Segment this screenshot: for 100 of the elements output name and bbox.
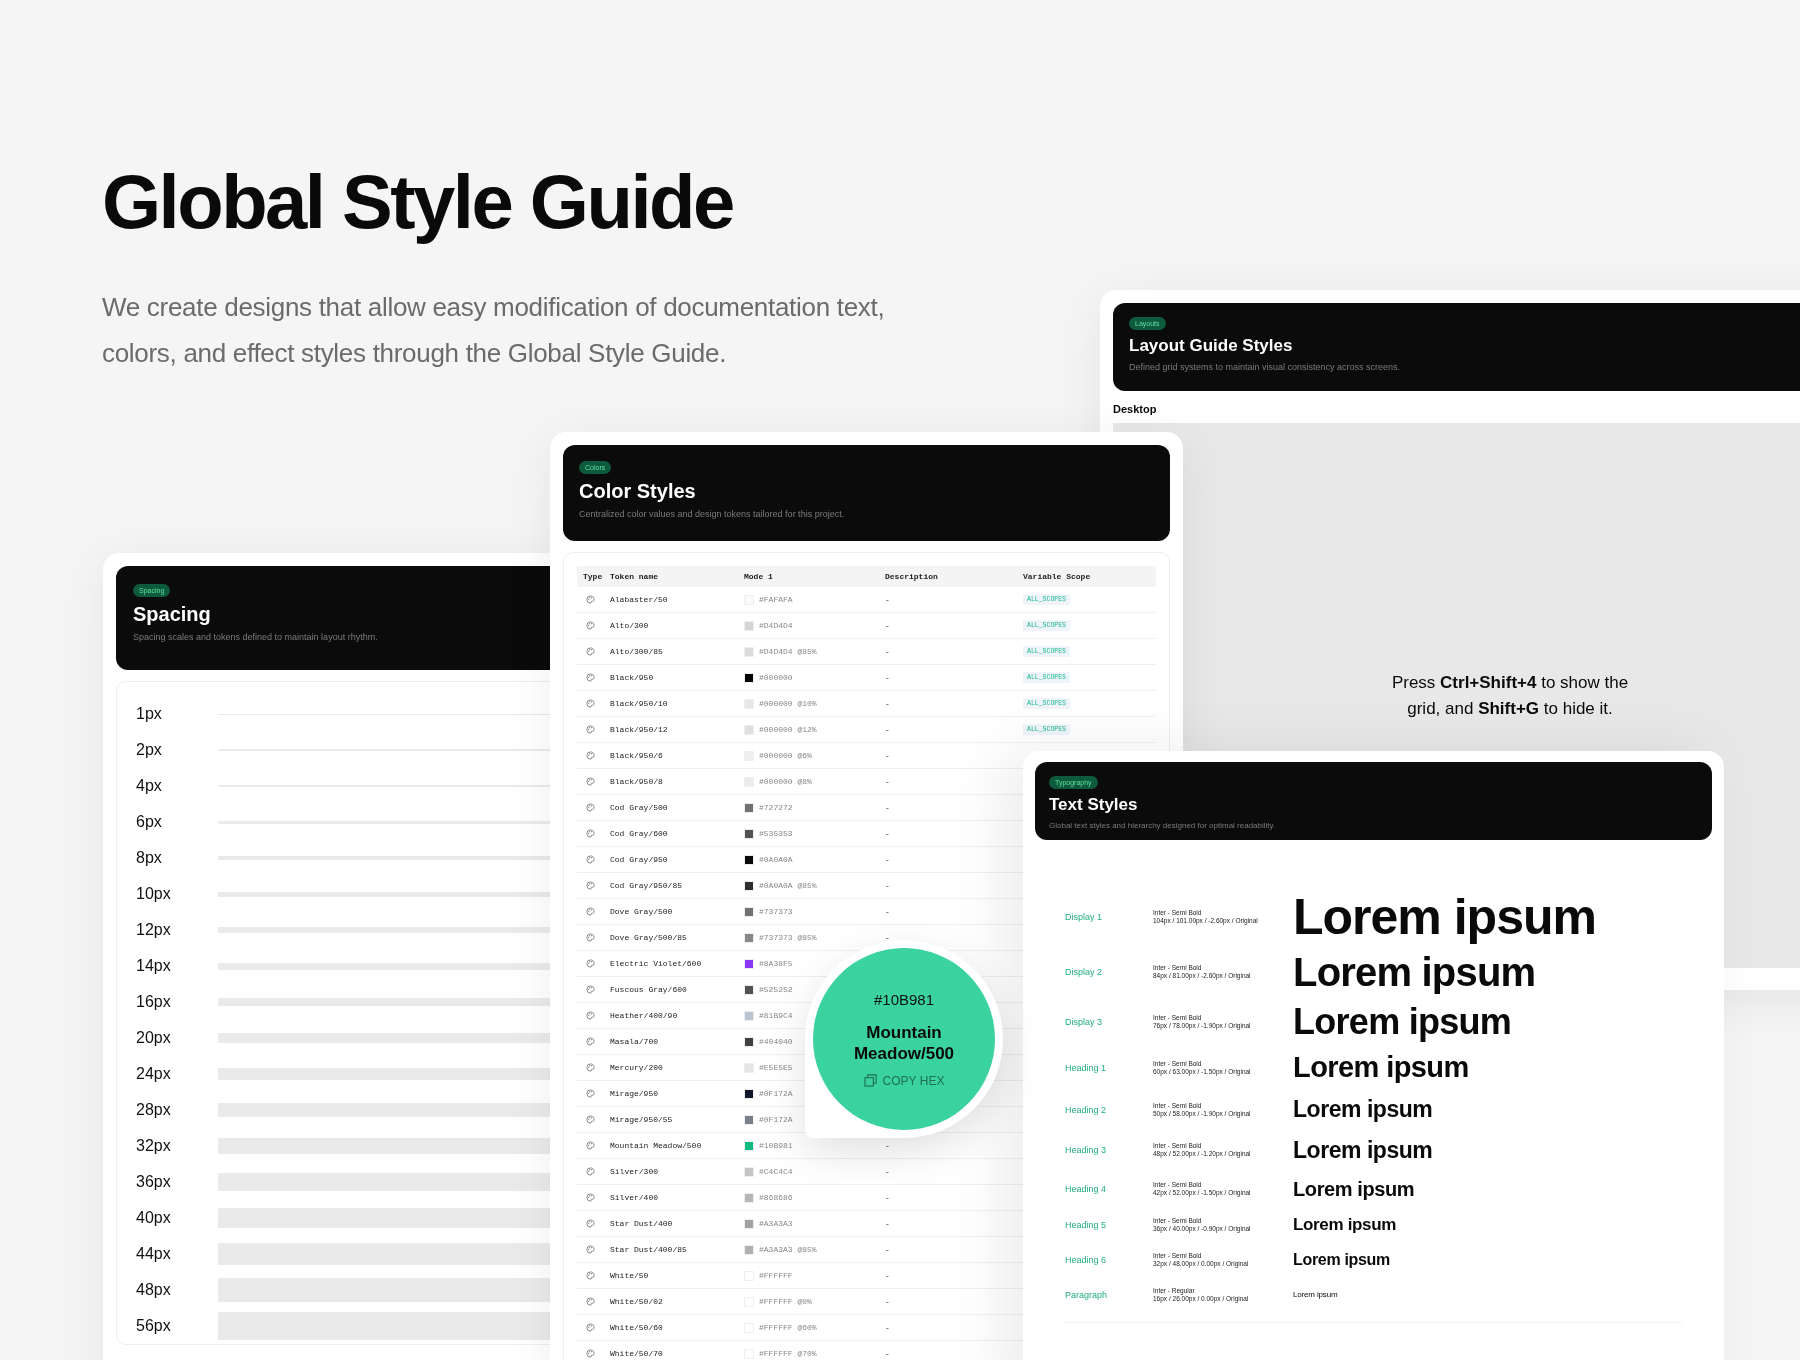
color-value: #D4D4D4 <box>759 621 793 630</box>
color-value: #0F172A <box>759 1115 793 1124</box>
palette-icon <box>586 621 595 630</box>
sample-text: Lorem ipsum <box>1293 892 1596 942</box>
token-description: - <box>885 725 890 734</box>
token-name: Silver/300 <box>610 1167 659 1176</box>
color-value: #10B981 <box>759 1141 793 1150</box>
sample-text: Lorem ipsum <box>1293 952 1536 992</box>
color-value: #000000 @10% <box>759 699 817 708</box>
token-description: - <box>885 1219 890 1228</box>
style-name: Heading 4 <box>1065 1183 1108 1194</box>
token-name: Mirage/950 <box>610 1089 659 1098</box>
palette-icon <box>586 1115 595 1124</box>
token-name: Mercury/200 <box>610 1063 664 1072</box>
spacing-label: 2px <box>136 741 163 759</box>
token-description: - <box>885 1245 890 1254</box>
palette-icon <box>586 985 595 994</box>
palette-icon <box>586 829 595 838</box>
palette-icon <box>586 803 595 812</box>
color-value: #000000 @12% <box>759 725 817 734</box>
hex-value: #10B981 <box>873 990 935 1008</box>
token-name: Mountain Meadow/500 <box>610 1141 703 1150</box>
spacing-label: 16px <box>136 993 172 1011</box>
token-name: Black/950/8 <box>610 777 664 786</box>
copy-icon <box>863 1074 877 1087</box>
token-name: Cod Gray/950 <box>610 855 669 864</box>
palette-icon <box>586 595 595 604</box>
token-description: - <box>885 751 890 760</box>
spacing-label: 40px <box>136 1209 172 1227</box>
card-description: Centralized color values and design tokens tailored for this project. <box>579 509 845 519</box>
sample-text: Lorem ipsum <box>1293 1178 1415 1199</box>
spacing-label: 48px <box>136 1281 172 1299</box>
token-name: Heather/400/90 <box>610 1011 679 1020</box>
color-value: #000000 @6% <box>759 751 812 760</box>
token-description: - <box>885 855 890 864</box>
palette-icon <box>586 1037 595 1046</box>
palette-icon <box>586 1219 595 1228</box>
token-description: - <box>885 595 890 604</box>
token-name: White/50 <box>610 1271 650 1280</box>
color-value: #8A38F5 <box>759 959 793 968</box>
palette-icon <box>586 1141 595 1150</box>
token-name: White/50/02 <box>610 1297 664 1306</box>
token-description: - <box>885 1271 890 1280</box>
token-name: Alabaster/50 <box>610 595 669 604</box>
token-name: Dove Gray/500 <box>610 907 674 916</box>
color-value: #FFFFFF @60% <box>759 1323 817 1332</box>
palette-icon <box>586 1193 595 1202</box>
color-name: Mountain Meadow/500 <box>852 1021 956 1064</box>
copy-hex-button[interactable]: COPY HEX <box>863 1073 945 1088</box>
style-name: Heading 1 <box>1065 1062 1108 1073</box>
hint-text: Press Ctrl+Shift+4 to show the grid, and Shift+G to hide it. <box>1390 671 1630 720</box>
section-label: Desktop <box>1113 403 1158 415</box>
color-value: #FFFFFF <box>759 1271 793 1280</box>
color-value: #A3A3A3 @85% <box>759 1245 817 1254</box>
column-header: Mode 1 <box>744 572 774 581</box>
color-value: #000000 @8% <box>759 777 812 786</box>
style-name: Display 2 <box>1065 967 1103 977</box>
card-description: Global text styles and hierarchy designed for optimal readability. <box>1049 821 1276 830</box>
token-description: - <box>885 803 890 812</box>
sample-text: Lorem ipsum <box>1293 1004 1512 1040</box>
sample-text: Lorem ipsum <box>1293 1098 1433 1121</box>
palette-icon <box>586 647 595 656</box>
style-name: Heading 2 <box>1065 1104 1108 1115</box>
token-name: Star Dust/400 <box>610 1219 674 1228</box>
spacing-label: 28px <box>136 1101 172 1119</box>
color-value: #E5E5E5 <box>759 1063 793 1072</box>
color-value: #FAFAFA <box>759 595 793 604</box>
sample-text: Lorem ipsum <box>1293 1138 1433 1162</box>
token-description: - <box>885 1297 890 1306</box>
column-header: Type <box>583 572 604 581</box>
token-name: Alto/300/85 <box>610 647 664 656</box>
token-name: White/50/60 <box>610 1323 664 1332</box>
color-value: #C4C4C4 <box>759 1167 793 1176</box>
token-name: Dove Gray/500/85 <box>610 933 688 942</box>
token-description: - <box>885 777 890 786</box>
card-title: Layout Guide Styles <box>1129 336 1293 356</box>
palette-icon <box>586 1349 595 1358</box>
palette-icon <box>586 673 595 682</box>
color-value: #404040 <box>759 1037 793 1046</box>
token-name: White/50/70 <box>610 1349 664 1358</box>
token-description: - <box>885 647 890 656</box>
color-value: #737373 @85% <box>759 933 817 942</box>
palette-icon <box>586 1063 595 1072</box>
spacing-label: 32px <box>136 1137 172 1155</box>
palette-icon <box>586 751 595 760</box>
style-name: Display 3 <box>1065 1017 1103 1027</box>
palette-icon <box>586 1297 595 1306</box>
color-value: #525252 <box>759 985 793 994</box>
token-description: - <box>885 1167 890 1176</box>
page-subtitle: We create designs that allow easy modification of documentation text, colors, and effect styles through the Global Style Guide. <box>102 290 886 370</box>
color-value: #727272 <box>759 803 793 812</box>
color-value: #868686 <box>759 1193 793 1202</box>
card-description: Spacing scales and tokens defined to maintain layout rhythm. <box>133 632 378 642</box>
column-header: Token name <box>610 572 659 581</box>
spacing-label: 8px <box>136 849 163 867</box>
token-description: - <box>885 1349 890 1358</box>
style-name: Heading 6 <box>1065 1254 1108 1265</box>
token-description: - <box>885 699 890 708</box>
color-value: #A3A3A3 <box>759 1219 793 1228</box>
color-value: #FFFFFF @70% <box>759 1349 817 1358</box>
